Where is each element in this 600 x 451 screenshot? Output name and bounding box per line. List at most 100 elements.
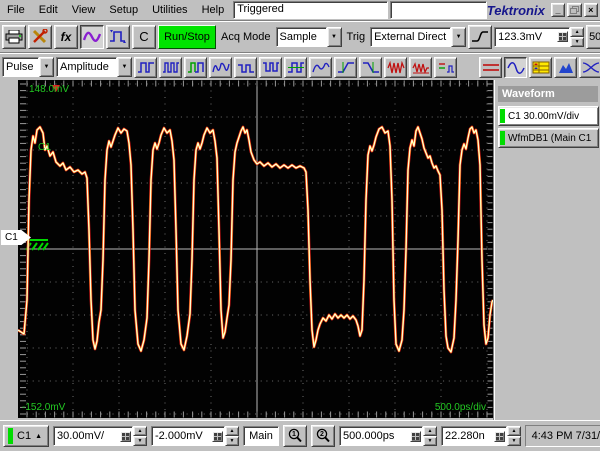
clear-data-button[interactable]: C [132, 24, 156, 49]
meas-type-dropdown[interactable]: Pulse ▼ [2, 57, 54, 77]
trigger-status-field: Triggered [233, 1, 389, 19]
meas-class-arrow-icon[interactable]: ▼ [117, 57, 132, 77]
horizontal-scale-value: 500.000ps [343, 430, 395, 442]
utility-tools-button[interactable] [28, 24, 52, 49]
zoom1-number: 1 [292, 431, 296, 438]
trig-level-field[interactable]: 123.3mV ▲ ▼ [494, 26, 585, 47]
menu-help[interactable]: Help [195, 2, 232, 19]
acq-mode-dropdown[interactable]: Sample ▼ [275, 26, 342, 47]
graticule[interactable] [18, 80, 493, 418]
meas-amplitude-button[interactable] [284, 56, 307, 78]
vertical-scale-field[interactable]: 30.00mV/ ▲ ▼ [53, 426, 147, 446]
cursors-button[interactable] [479, 56, 502, 78]
waveform-item-label: C1 30.00mV/div [508, 110, 580, 122]
results-table-icon [532, 61, 549, 73]
run-stop-button[interactable]: Run/Stop [158, 24, 216, 49]
meas-low-button[interactable] [259, 56, 282, 78]
vscale-down-icon[interactable]: ▼ [133, 436, 147, 446]
period-icon [162, 61, 179, 73]
rising-edge-icon [472, 31, 489, 42]
measurement-toolbar: Pulse ▼ Amplitude ▼ [0, 54, 600, 80]
histogram-button[interactable] [554, 56, 577, 78]
display-zoom-button[interactable]: 50% [586, 24, 600, 49]
hscale-up-icon[interactable]: ▲ [423, 426, 437, 436]
record-up-icon[interactable]: ▲ [507, 426, 521, 436]
menu-view[interactable]: View [65, 2, 103, 19]
trig-slope-button[interactable] [468, 24, 493, 49]
record-position-field[interactable]: 22.280n ▲ ▼ [441, 426, 521, 446]
close-button[interactable]: × [583, 3, 599, 17]
timebase-indicator[interactable]: Main [243, 426, 279, 446]
vertical-offset-field[interactable]: -2.000mV ▲ ▼ [151, 426, 239, 446]
channel-color-stripe [8, 428, 13, 444]
hscale-down-icon[interactable]: ▼ [423, 436, 437, 446]
meas-burst-amplitude-button[interactable] [409, 56, 432, 78]
restore-button[interactable] [567, 3, 582, 17]
tektronix-logo: Tektronix [486, 2, 545, 18]
menu-setup[interactable]: Setup [102, 2, 145, 19]
vertical-offset-value: -2.000mV [155, 430, 203, 442]
printer-icon [5, 29, 23, 43]
record-keypad-button[interactable] [494, 430, 505, 442]
horizontal-scale-box: 500.000ps [339, 426, 423, 446]
sine-wave-icon [506, 61, 525, 74]
voffset-down-icon[interactable]: ▼ [225, 436, 239, 446]
trig-dropdown-arrow-icon[interactable]: ▼ [451, 26, 467, 47]
results-table-button[interactable] [529, 56, 552, 78]
menu-file[interactable]: File [0, 2, 32, 19]
clock-display: 4:43 PM 7/31/06 [525, 425, 600, 447]
record-position-box: 22.280n [441, 426, 507, 446]
print-button[interactable] [2, 24, 26, 49]
hscale-spinner: ▲ ▼ [423, 426, 437, 446]
trig-level-up-icon[interactable]: ▲ [570, 26, 585, 37]
voffset-up-icon[interactable]: ▲ [225, 426, 239, 436]
menu-edit[interactable]: Edit [32, 2, 65, 19]
hscale-keypad-button[interactable] [410, 430, 421, 442]
zoom2-button[interactable]: 2 [311, 425, 335, 447]
voffset-keypad-button[interactable] [212, 430, 223, 442]
waveform-display-button[interactable] [80, 24, 104, 49]
trig-source-dropdown[interactable]: External Direct ▼ [370, 26, 467, 47]
channel-select-button[interactable]: C1 ▲ [3, 425, 49, 447]
record-position-value: 22.280n [445, 430, 485, 442]
meas-annotation-button[interactable] [434, 56, 457, 78]
channel-color-stripe [500, 109, 505, 123]
meas-peak-peak-button[interactable] [309, 56, 332, 78]
meas-period-button[interactable] [159, 56, 182, 78]
autoset-button[interactable] [106, 24, 130, 49]
waveform-view-button[interactable] [504, 56, 527, 78]
meas-class-dropdown[interactable]: Amplitude ▼ [56, 57, 132, 77]
eye-diagram-button[interactable] [579, 56, 600, 78]
acq-mode-dropdown-arrow-icon[interactable]: ▼ [326, 26, 342, 47]
meas-type-arrow-icon[interactable]: ▼ [39, 57, 54, 77]
meas-rise-time-button[interactable] [334, 56, 357, 78]
horizontal-scale-field[interactable]: 500.000ps ▲ ▼ [339, 426, 437, 446]
meas-pulse-width-button[interactable] [134, 56, 157, 78]
meas-frequency-button[interactable] [209, 56, 232, 78]
record-down-icon[interactable]: ▼ [507, 436, 521, 446]
wave-icon [83, 31, 101, 42]
trig-level-keypad-button[interactable] [557, 31, 569, 42]
record-spinner: ▲ ▼ [507, 426, 521, 446]
meas-burst-width-button[interactable] [384, 56, 407, 78]
math-button[interactable]: fx [54, 24, 78, 49]
meas-duty-cycle-button[interactable] [184, 56, 207, 78]
menu-utilities[interactable]: Utilities [145, 2, 194, 19]
keypad-icon [496, 432, 503, 440]
minimize-button[interactable]: _ [550, 3, 566, 17]
vertical-offset-box: -2.000mV [151, 426, 225, 446]
graticule-scale-label: 500.0ps/div [434, 402, 486, 413]
waveform-item-c1[interactable]: C1 30.00mV/div [498, 106, 599, 126]
vertical-scale-value: 30.00mV/ [57, 430, 105, 442]
histogram-icon [558, 62, 573, 73]
keypad-icon [214, 432, 221, 440]
meas-high-button[interactable] [234, 56, 257, 78]
trig-level-down-icon[interactable]: ▼ [570, 36, 585, 47]
waveform-panel-header: Waveform [498, 86, 598, 102]
vscale-up-icon[interactable]: ▲ [133, 426, 147, 436]
vscale-keypad-button[interactable] [120, 430, 131, 442]
meas-fall-time-button[interactable] [359, 56, 382, 78]
waveform-item-wfmdb1[interactable]: WfmDB1 (Main C1 [498, 128, 599, 148]
zoom1-button[interactable]: 1 [283, 425, 307, 447]
channel-color-stripe [500, 131, 505, 145]
